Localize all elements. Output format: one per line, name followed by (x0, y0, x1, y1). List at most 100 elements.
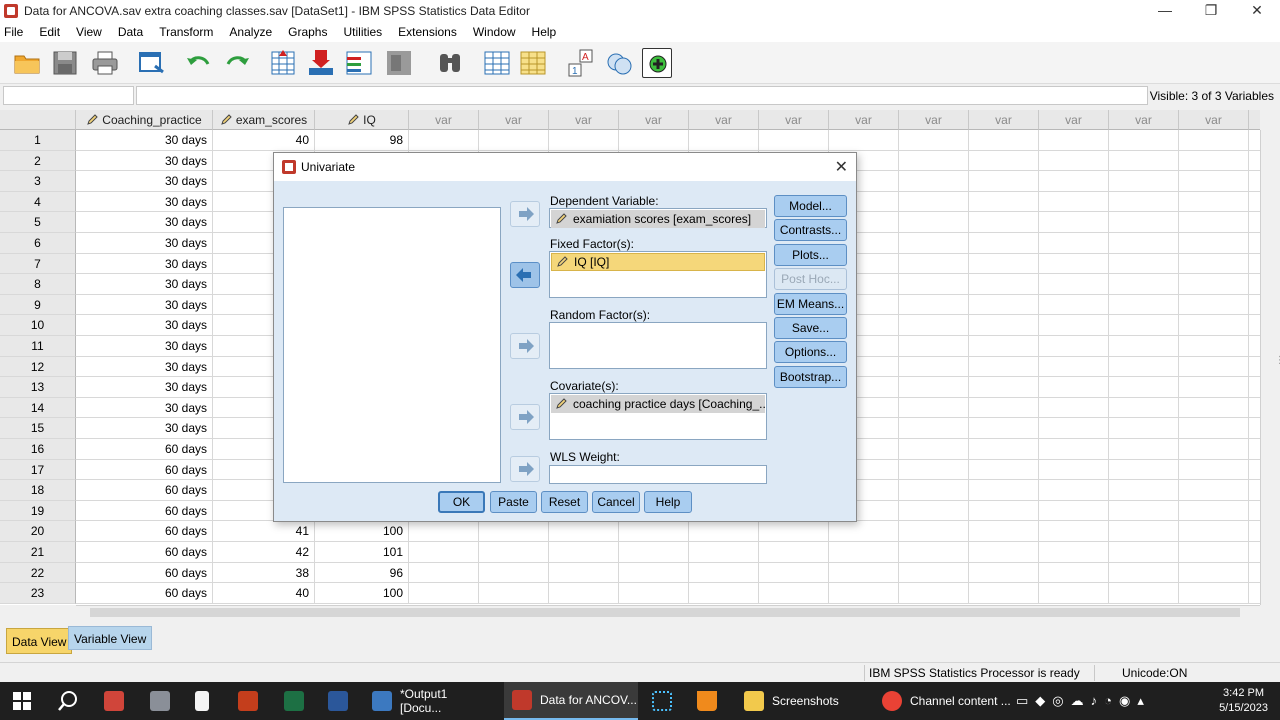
spelling-icon[interactable] (642, 48, 672, 78)
table-cell[interactable]: 41 (213, 521, 315, 542)
table-cell[interactable] (1249, 501, 1260, 522)
table-cell[interactable] (1179, 171, 1249, 192)
table-cell[interactable] (829, 130, 899, 151)
save-button[interactable]: Save... (774, 317, 847, 339)
table-cell[interactable] (1039, 212, 1109, 233)
row-header[interactable]: 14 (0, 397, 76, 419)
table-cell[interactable] (1179, 562, 1249, 584)
taskbar-app-1[interactable] (104, 682, 124, 720)
row-header[interactable]: 9 (0, 294, 76, 316)
table-cell[interactable] (1039, 191, 1109, 213)
row-header[interactable]: 20 (0, 521, 76, 542)
table-cell[interactable] (899, 212, 969, 233)
ok-button[interactable]: OK (438, 491, 485, 513)
minimize-button[interactable]: — (1142, 0, 1188, 22)
table-cell[interactable] (1249, 130, 1260, 151)
redo-icon[interactable] (222, 48, 252, 78)
table-cell[interactable] (899, 521, 969, 542)
table-cell[interactable]: 60 days (76, 459, 213, 481)
tab-data-view[interactable]: Data View (6, 628, 73, 654)
table-cell[interactable] (969, 233, 1039, 254)
table-cell[interactable] (1109, 562, 1179, 584)
table-cell[interactable] (1039, 500, 1109, 522)
table-cell[interactable] (1249, 212, 1260, 233)
table-cell[interactable] (1109, 233, 1179, 254)
table-cell[interactable] (1109, 253, 1179, 275)
table-cell[interactable] (969, 212, 1039, 233)
table-cell[interactable] (619, 130, 689, 151)
table-cell[interactable] (969, 294, 1039, 316)
table-cell[interactable]: 38 (213, 562, 315, 584)
table-cell[interactable]: 30 days (76, 150, 213, 172)
reset-button[interactable]: Reset (541, 491, 588, 513)
close-button[interactable]: ✕ (1234, 0, 1280, 22)
table-cell[interactable] (1109, 336, 1179, 357)
table-cell[interactable] (1039, 459, 1109, 481)
table-cell[interactable] (1249, 583, 1260, 604)
table-cell[interactable]: 30 days (76, 315, 213, 336)
table-cell[interactable]: 30 days (76, 171, 213, 192)
table-cell[interactable] (1249, 418, 1260, 439)
restore-button[interactable]: ❐ (1188, 0, 1234, 22)
table-cell[interactable] (1039, 253, 1109, 275)
table-cell[interactable] (409, 542, 479, 563)
table-cell[interactable] (1179, 377, 1249, 398)
table-cell[interactable] (1179, 191, 1249, 213)
taskbar-chrome[interactable]: Channel content ... (878, 682, 1012, 720)
variables-icon[interactable] (344, 48, 374, 78)
table-cell[interactable] (899, 253, 969, 275)
table-cell[interactable] (1109, 542, 1179, 563)
cell-value-field[interactable] (136, 86, 1148, 105)
table-cell[interactable] (1109, 480, 1179, 501)
table-cell[interactable] (899, 171, 969, 192)
goto-variable-icon[interactable] (306, 48, 336, 78)
table-cell[interactable] (1179, 439, 1249, 460)
table-cell[interactable] (1249, 439, 1260, 460)
table-cell[interactable] (409, 562, 479, 584)
table-cell[interactable] (1249, 151, 1260, 172)
random-factor-list[interactable] (549, 322, 767, 369)
table-cell[interactable] (1249, 254, 1260, 275)
table-cell[interactable]: 30 days (76, 377, 213, 398)
row-header[interactable]: 22 (0, 562, 76, 584)
row-header[interactable]: 21 (0, 542, 76, 563)
table-cell[interactable]: 30 days (76, 212, 213, 233)
taskbar-output[interactable]: *Output1 [Docu... (364, 682, 492, 720)
table-cell[interactable] (479, 130, 549, 151)
table-cell[interactable] (969, 191, 1039, 213)
column-header[interactable]: Coaching_practice (76, 110, 213, 130)
empty-column-header[interactable]: var (619, 110, 689, 130)
table-cell[interactable] (969, 583, 1039, 604)
empty-column-header[interactable]: var (969, 110, 1039, 130)
row-header[interactable]: 16 (0, 439, 76, 460)
table-cell[interactable] (1109, 521, 1179, 542)
value-labels-icon[interactable]: A1 (566, 48, 596, 78)
table-cell[interactable] (409, 521, 479, 542)
table-cell[interactable] (1249, 233, 1260, 254)
table-cell[interactable] (899, 315, 969, 336)
table-cell[interactable] (549, 562, 619, 584)
table-cell[interactable] (969, 439, 1039, 460)
table-cell[interactable]: 30 days (76, 233, 213, 254)
taskbar-powerpoint[interactable] (238, 682, 258, 720)
table-cell[interactable] (1109, 397, 1179, 419)
fixed-factor-list[interactable]: IQ [IQ] (549, 251, 767, 298)
system-clock[interactable]: 3:42 PM 5/15/2023 (1219, 686, 1268, 716)
table-cell[interactable] (899, 480, 969, 501)
column-header[interactable]: IQ (315, 110, 409, 130)
vertical-scrollbar[interactable] (1260, 130, 1274, 605)
menu-edit[interactable]: Edit (34, 25, 71, 39)
table-cell[interactable] (969, 521, 1039, 542)
plots-button[interactable]: Plots... (774, 244, 847, 266)
table-cell[interactable] (1179, 233, 1249, 254)
table-cell[interactable] (1109, 150, 1179, 172)
table-cell[interactable] (1179, 542, 1249, 563)
menu-extensions[interactable]: Extensions (393, 25, 468, 39)
move-covariate-button[interactable] (510, 404, 540, 430)
taskbar-file[interactable] (195, 682, 209, 720)
table-cell[interactable] (479, 521, 549, 542)
model-button[interactable]: Model... (774, 195, 847, 217)
options-button[interactable]: Options... (774, 341, 847, 363)
table-cell[interactable] (969, 397, 1039, 419)
table-cell[interactable] (1249, 377, 1260, 398)
